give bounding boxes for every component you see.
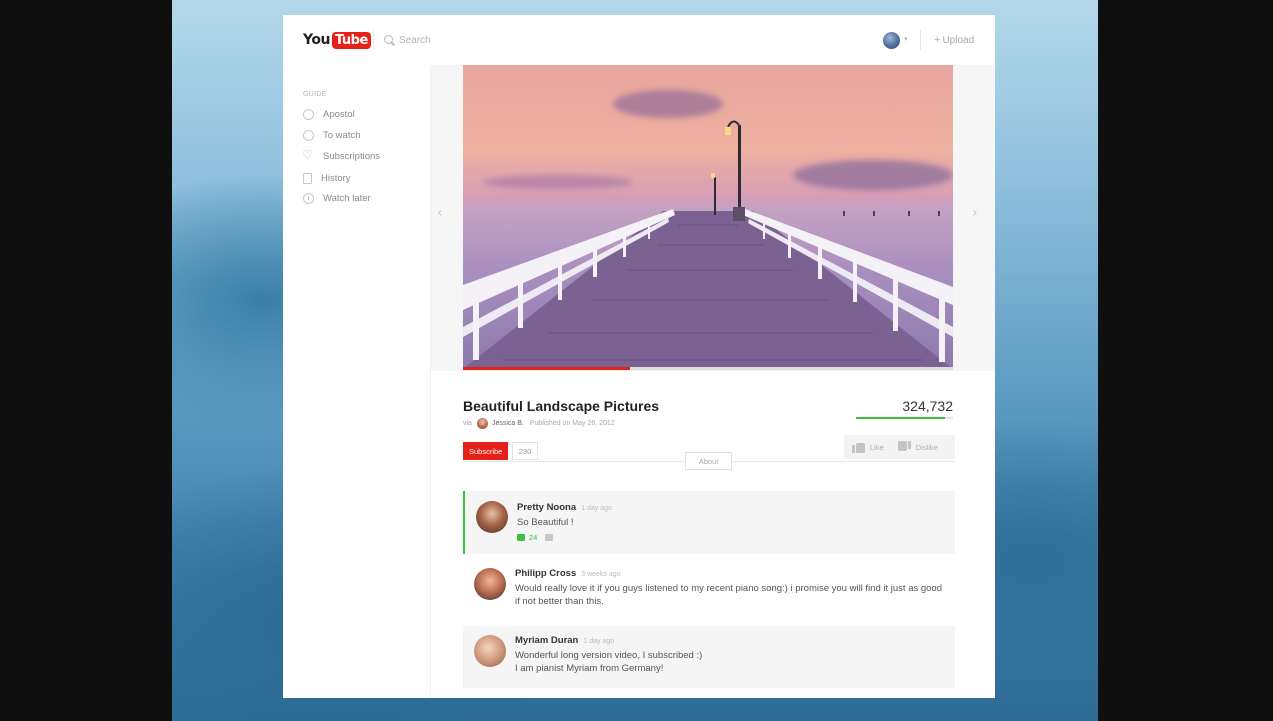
comment-text: Wonderful long version video, I subscrib… bbox=[515, 649, 945, 675]
document-icon bbox=[303, 172, 312, 184]
comment-item: Philipp Cross 3 weeks ago Would really lo… bbox=[463, 554, 955, 616]
comment-time: 1 day ago bbox=[583, 638, 615, 645]
comment-text: So Beautiful ! bbox=[517, 517, 574, 528]
comment-likes: 24 bbox=[529, 533, 538, 542]
sidebar-item-watch-later[interactable]: Watch later bbox=[303, 191, 371, 205]
like-label: Like bbox=[870, 442, 884, 452]
view-count: 324,732 bbox=[902, 398, 953, 414]
sidebar-item-history[interactable]: History bbox=[303, 171, 351, 185]
youtube-window: You Tube ▾ + Upload GUIDE Apostol To wat… bbox=[283, 15, 995, 698]
commenter-name-text: Philipp Cross bbox=[515, 568, 577, 579]
thumbs-down-icon[interactable] bbox=[545, 534, 554, 541]
user-icon bbox=[303, 108, 314, 120]
rating-box: Like Dislike bbox=[844, 435, 955, 459]
author-name[interactable]: Jessica B. bbox=[492, 420, 524, 427]
search-bar bbox=[384, 32, 519, 48]
thumbs-up-icon bbox=[852, 441, 865, 453]
sidebar-item-label: Subscriptions bbox=[323, 150, 381, 162]
commenter-avatar[interactable] bbox=[474, 635, 506, 667]
commenter-name[interactable]: Myriam Duran 1 day ago bbox=[515, 635, 614, 646]
header-divider-right bbox=[920, 30, 921, 50]
top-header: You Tube ▾ + Upload bbox=[283, 15, 995, 65]
commenter-name-text: Myriam Duran bbox=[515, 635, 579, 646]
video-player[interactable] bbox=[463, 65, 953, 369]
youtube-logo[interactable]: You Tube bbox=[303, 30, 371, 50]
comment-actions: 24 bbox=[517, 533, 554, 542]
main-content: ‹ › Beautiful Landscape Pictures via Jes… bbox=[431, 65, 995, 698]
search-icon[interactable] bbox=[384, 34, 395, 46]
clock-icon bbox=[303, 192, 314, 204]
dislike-button[interactable]: Dislike bbox=[898, 441, 938, 453]
video-progress-fill bbox=[463, 367, 630, 370]
search-input[interactable] bbox=[399, 34, 519, 46]
views-ratio-fill bbox=[856, 417, 946, 419]
header-divider bbox=[373, 30, 374, 50]
sidebar-item-to-watch[interactable]: To watch bbox=[303, 128, 361, 142]
commenter-avatar[interactable] bbox=[476, 501, 508, 533]
video-meta: via Jessica B. Published on May 26, 2012 bbox=[463, 417, 615, 429]
lamp-posts bbox=[711, 120, 745, 221]
pier-illustration bbox=[463, 120, 953, 369]
author-avatar[interactable] bbox=[476, 417, 488, 429]
dislike-label: Dislike bbox=[915, 442, 938, 452]
guide-sidebar: GUIDE Apostol To watch Subscriptions His… bbox=[283, 65, 431, 698]
subscribe-button[interactable]: Subscribe bbox=[463, 442, 509, 460]
sidebar-item-subscriptions[interactable]: Subscriptions bbox=[302, 148, 381, 163]
like-button[interactable]: Like bbox=[852, 441, 884, 453]
thumbs-up-icon[interactable] bbox=[517, 534, 525, 541]
comment-text-line: Wonderful long version video, I subscrib… bbox=[515, 650, 703, 661]
video-title: Beautiful Landscape Pictures bbox=[463, 398, 660, 414]
comment-text-line: I am pianist Myriam from Germany! bbox=[515, 663, 664, 674]
chevron-down-icon[interactable]: ▾ bbox=[904, 35, 908, 43]
via-label: via bbox=[463, 419, 472, 427]
about-button[interactable]: About bbox=[685, 452, 732, 470]
published-date: Published on May 26, 2012 bbox=[529, 419, 615, 427]
commenter-avatar[interactable] bbox=[474, 568, 506, 600]
commenter-name[interactable]: Philipp Cross 3 weeks ago bbox=[515, 568, 621, 579]
video-progress-bar[interactable] bbox=[463, 367, 953, 370]
comment-time: 3 weeks ago bbox=[581, 571, 621, 578]
user-avatar[interactable] bbox=[883, 32, 900, 49]
comment-text: Would really love it if you guys listene… bbox=[515, 583, 943, 607]
upload-button[interactable]: + Upload bbox=[934, 34, 974, 46]
sidebar-item-label: To watch bbox=[323, 129, 361, 141]
logo-you-text: You bbox=[303, 32, 330, 48]
sidebar-item-apostol[interactable]: Apostol bbox=[303, 107, 355, 121]
sidebar-item-label: History bbox=[321, 172, 351, 184]
logo-tube-text: Tube bbox=[331, 31, 371, 49]
sidebar-item-label: Apostol bbox=[323, 108, 355, 120]
guide-heading: GUIDE bbox=[303, 91, 327, 98]
chevron-right-icon[interactable]: › bbox=[972, 205, 978, 221]
upload-label: Upload bbox=[942, 34, 975, 46]
commenter-name-text: Pretty Noona bbox=[517, 502, 577, 513]
views-ratio-bar bbox=[856, 417, 953, 419]
comment-item: Myriam Duran 1 day ago Wonderful long ver… bbox=[463, 626, 955, 688]
thumbs-down-icon bbox=[898, 441, 911, 453]
sidebar-item-label: Watch later bbox=[323, 192, 371, 204]
globe-icon bbox=[303, 129, 314, 141]
commenter-name[interactable]: Pretty Noona 1 day ago bbox=[517, 502, 612, 513]
subscriber-count: 230 bbox=[512, 442, 538, 460]
comment-item: Pretty Noona 1 day ago So Beautiful ! 24 bbox=[463, 491, 955, 554]
comment-time: 1 day ago bbox=[581, 505, 612, 512]
plus-icon: + bbox=[934, 34, 941, 46]
heart-icon bbox=[302, 148, 314, 162]
chevron-left-icon[interactable]: ‹ bbox=[437, 205, 443, 221]
